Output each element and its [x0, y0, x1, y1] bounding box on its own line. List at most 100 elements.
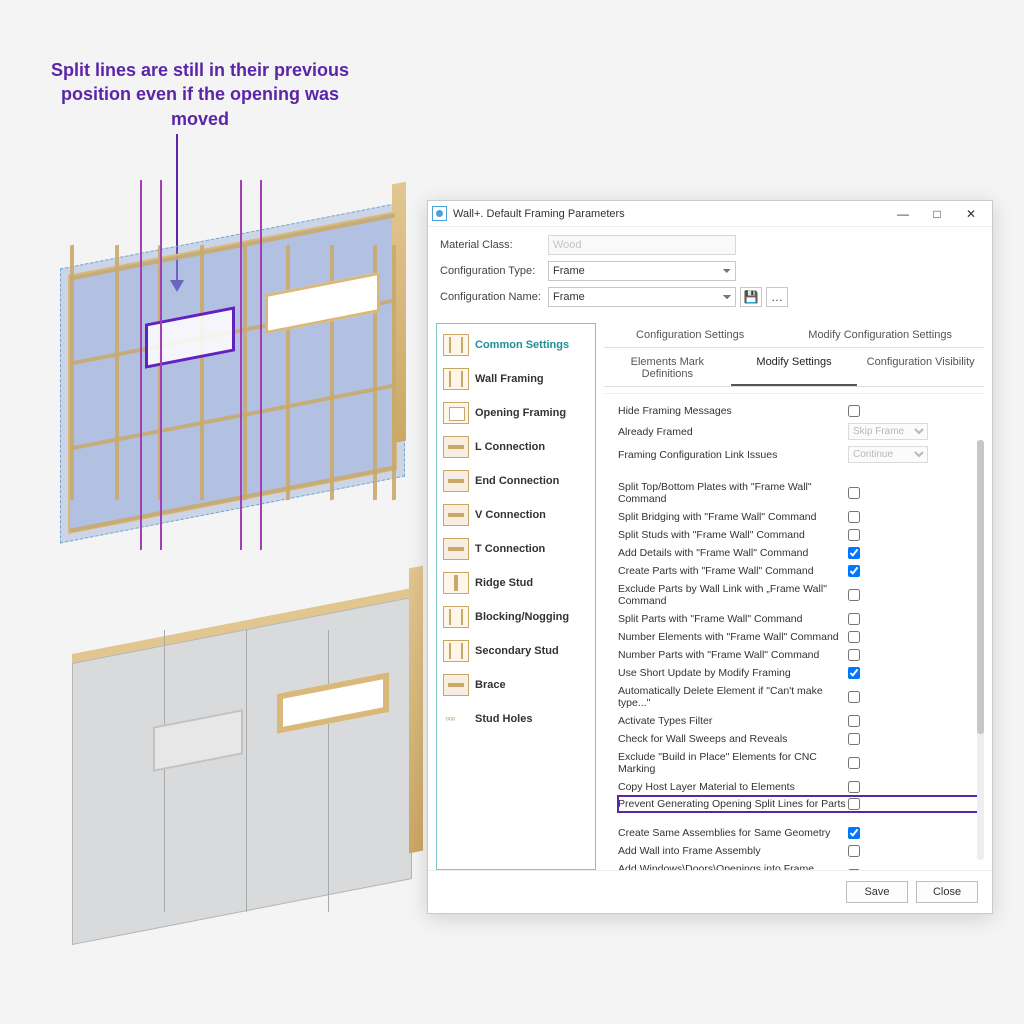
- more-config-icon[interactable]: …: [766, 287, 788, 307]
- wall-illustration-paneled: [52, 588, 447, 968]
- tab-modify-settings[interactable]: Modify Settings: [731, 350, 858, 386]
- v-connection-icon: [443, 504, 469, 526]
- sidebar-item-blocking-nogging[interactable]: Blocking/Nogging: [439, 600, 593, 634]
- category-sidebar: Common Settings Wall Framing Opening Fra…: [436, 323, 596, 870]
- opt-row: Add Wall into Frame Assembly: [618, 842, 978, 860]
- opt-row: Activate Types Filter: [618, 712, 978, 730]
- wall-framing-icon: [443, 368, 469, 390]
- chk-option[interactable]: [848, 589, 860, 601]
- sidebar-item-wall-framing[interactable]: Wall Framing: [439, 362, 593, 396]
- opt-row: Number Parts with "Frame Wall" Command: [618, 646, 978, 664]
- brace-icon: [443, 674, 469, 696]
- chk-option[interactable]: [848, 827, 860, 839]
- window-close-button[interactable]: ✕: [956, 204, 986, 224]
- sidebar-item-t-connection[interactable]: T Connection: [439, 532, 593, 566]
- opt-row: Prevent Generating Opening Split Lines f…: [618, 796, 978, 812]
- dialog-titlebar[interactable]: Wall+. Default Framing Parameters — □ ✕: [428, 201, 992, 227]
- secondary-tab-row: Elements Mark Definitions Modify Setting…: [604, 350, 984, 387]
- end-connection-icon: [443, 470, 469, 492]
- chk-hide-framing-messages[interactable]: [848, 405, 860, 417]
- secondary-stud-icon: [443, 640, 469, 662]
- chk-option[interactable]: [848, 757, 860, 769]
- chk-option[interactable]: [848, 798, 860, 810]
- sel-already-framed: Skip Frame: [848, 423, 928, 440]
- ridge-stud-icon: [443, 572, 469, 594]
- chk-option[interactable]: [848, 547, 860, 559]
- config-name-select[interactable]: Frame: [548, 287, 736, 307]
- sidebar-item-v-connection[interactable]: V Connection: [439, 498, 593, 532]
- opt-row: Automatically Delete Element if "Can't m…: [618, 682, 978, 712]
- opt-link-issues: Framing Configuration Link Issues Contin…: [618, 443, 978, 466]
- config-type-label: Configuration Type:: [440, 265, 548, 277]
- chk-option[interactable]: [848, 781, 860, 793]
- window-maximize-button[interactable]: □: [922, 204, 952, 224]
- config-type-select[interactable]: Frame: [548, 261, 736, 281]
- window-minimize-button[interactable]: —: [888, 204, 918, 224]
- opt-row: Number Elements with "Frame Wall" Comman…: [618, 628, 978, 646]
- chk-option[interactable]: [848, 667, 860, 679]
- chk-option[interactable]: [848, 869, 860, 870]
- save-config-icon[interactable]: 💾: [740, 287, 762, 307]
- dialog-title: Wall+. Default Framing Parameters: [453, 208, 625, 220]
- opt-row: Create Same Assemblies for Same Geometry: [618, 824, 978, 842]
- chk-option[interactable]: [848, 529, 860, 541]
- wall-illustration-framed: [40, 185, 450, 575]
- vertical-scrollbar[interactable]: [977, 440, 984, 860]
- tab-elements-mark-definitions[interactable]: Elements Mark Definitions: [604, 350, 731, 386]
- l-connection-icon: [443, 436, 469, 458]
- opt-row: Split Studs with "Frame Wall" Command: [618, 526, 978, 544]
- opt-row: Split Top/Bottom Plates with "Frame Wall…: [618, 478, 978, 508]
- chk-option[interactable]: [848, 631, 860, 643]
- chk-option[interactable]: [848, 715, 860, 727]
- opt-row: Check for Wall Sweeps and Reveals: [618, 730, 978, 748]
- common-settings-icon: [443, 334, 469, 356]
- sidebar-item-l-connection[interactable]: L Connection: [439, 430, 593, 464]
- settings-panel: Hide Framing Messages Already Framed Ski…: [604, 393, 984, 870]
- opt-already-framed: Already Framed Skip Frame: [618, 420, 978, 443]
- primary-tab-row: Configuration Settings Modify Configurat…: [604, 323, 984, 348]
- chk-option[interactable]: [848, 649, 860, 661]
- save-button[interactable]: Save: [846, 881, 908, 903]
- sidebar-item-brace[interactable]: Brace: [439, 668, 593, 702]
- opening-framing-icon: [443, 402, 469, 424]
- sidebar-item-opening-framing[interactable]: Opening Framing: [439, 396, 593, 430]
- sidebar-item-end-connection[interactable]: End Connection: [439, 464, 593, 498]
- chk-option[interactable]: [848, 487, 860, 499]
- chk-option[interactable]: [848, 565, 860, 577]
- opt-row: Create Parts with "Frame Wall" Command: [618, 562, 978, 580]
- sel-link-issues: Continue: [848, 446, 928, 463]
- framing-parameters-dialog: Wall+. Default Framing Parameters — □ ✕ …: [427, 200, 993, 914]
- opt-row: Exclude "Build in Place" Elements for CN…: [618, 748, 978, 778]
- opt-row: Exclude Parts by Wall Link with „Frame W…: [618, 580, 978, 610]
- chk-option[interactable]: [848, 691, 860, 703]
- opt-row: Use Short Update by Modify Framing: [618, 664, 978, 682]
- opt-row: Copy Host Layer Material to Elements: [618, 778, 978, 796]
- chk-option[interactable]: [848, 733, 860, 745]
- t-connection-icon: [443, 538, 469, 560]
- chk-option[interactable]: [848, 511, 860, 523]
- dialog-footer: Save Close: [428, 870, 992, 913]
- chk-option[interactable]: [848, 613, 860, 625]
- tab-configuration-visibility[interactable]: Configuration Visibility: [857, 350, 984, 386]
- app-icon: [432, 206, 447, 221]
- tab-modify-configuration-settings[interactable]: Modify Configuration Settings: [798, 323, 962, 347]
- blocking-nogging-icon: [443, 606, 469, 628]
- material-class-label: Material Class:: [440, 239, 548, 251]
- material-class-select: Wood: [548, 235, 736, 255]
- annotation-callout: Split lines are still in their previous …: [50, 58, 350, 131]
- tab-configuration-settings[interactable]: Configuration Settings: [626, 323, 754, 347]
- sidebar-item-secondary-stud[interactable]: Secondary Stud: [439, 634, 593, 668]
- opt-row: Split Bridging with "Frame Wall" Command: [618, 508, 978, 526]
- sidebar-item-ridge-stud[interactable]: Ridge Stud: [439, 566, 593, 600]
- opt-row: Add Windows\Doors\Openings into Frame As…: [618, 860, 978, 870]
- sidebar-item-common-settings[interactable]: Common Settings: [439, 328, 593, 362]
- opt-row: Add Details with "Frame Wall" Command: [618, 544, 978, 562]
- chk-option[interactable]: [848, 845, 860, 857]
- opt-hide-framing-messages: Hide Framing Messages: [618, 402, 978, 420]
- configuration-form: Material Class: Wood Configuration Type:…: [428, 227, 992, 323]
- config-name-label: Configuration Name:: [440, 291, 548, 303]
- stud-holes-icon: [443, 708, 469, 730]
- sidebar-item-stud-holes[interactable]: Stud Holes: [439, 702, 593, 736]
- close-button[interactable]: Close: [916, 881, 978, 903]
- opt-row: Split Parts with "Frame Wall" Command: [618, 610, 978, 628]
